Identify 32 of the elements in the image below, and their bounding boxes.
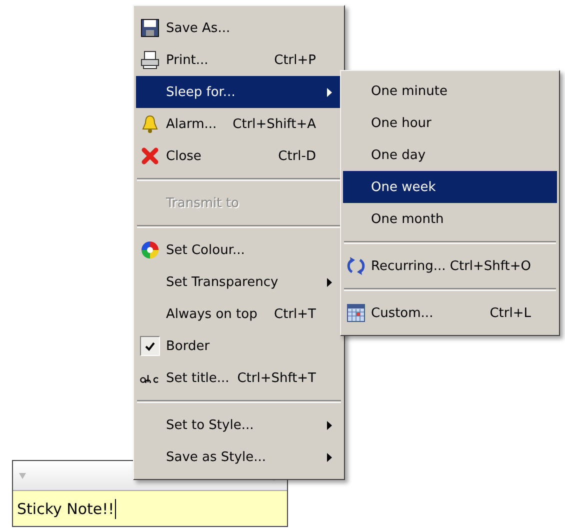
submenu-arrow-icon: [326, 420, 332, 430]
printer-icon: [141, 51, 159, 69]
menu-item[interactable]: Recurring... Ctrl+Shft+O: [343, 250, 557, 282]
menu-item[interactable]: Save as Style...: [136, 441, 342, 473]
refresh-icon: [347, 256, 365, 276]
menu-item[interactable]: Print... Ctrl+P: [136, 44, 342, 76]
menu-item[interactable]: Alarm... Ctrl+Shift+A: [136, 108, 342, 140]
menu-item[interactable]: One minute: [343, 75, 557, 107]
submenu-arrow-icon: [326, 88, 332, 96]
submenu-arrow-icon: [326, 452, 332, 462]
bell-icon: [142, 115, 158, 133]
menu-item[interactable]: Set Colour...: [136, 234, 342, 266]
menu-item[interactable]: Sleep for...: [136, 76, 342, 108]
menu-item[interactable]: One week: [343, 171, 557, 203]
menu-item[interactable]: Set Transparency: [136, 266, 342, 298]
menu-item[interactable]: One day: [343, 139, 557, 171]
note-text-field[interactable]: Sticky Note!!: [17, 500, 114, 518]
menu-item[interactable]: Save As...: [136, 12, 342, 44]
submenu-arrow-icon: [326, 278, 332, 286]
close-icon: [141, 147, 159, 165]
menu-item[interactable]: One month: [343, 203, 557, 235]
menu-item[interactable]: Set to Style...: [136, 409, 342, 441]
menu-item[interactable]: Set title... Ctrl+Shft+T: [136, 362, 342, 394]
dropdown-arrow-icon[interactable]: [19, 472, 26, 478]
menu-item[interactable]: Border: [136, 330, 342, 362]
calendar-icon: [347, 304, 365, 322]
menu-item[interactable]: Always on top Ctrl+T: [136, 298, 342, 330]
text-cursor: [115, 498, 116, 518]
menu-item[interactable]: One hour: [343, 107, 557, 139]
colour-wheel-icon: [141, 241, 159, 259]
menu-item[interactable]: Custom... Ctrl+L: [343, 297, 557, 329]
menu-item[interactable]: Close Ctrl-D: [136, 140, 342, 172]
